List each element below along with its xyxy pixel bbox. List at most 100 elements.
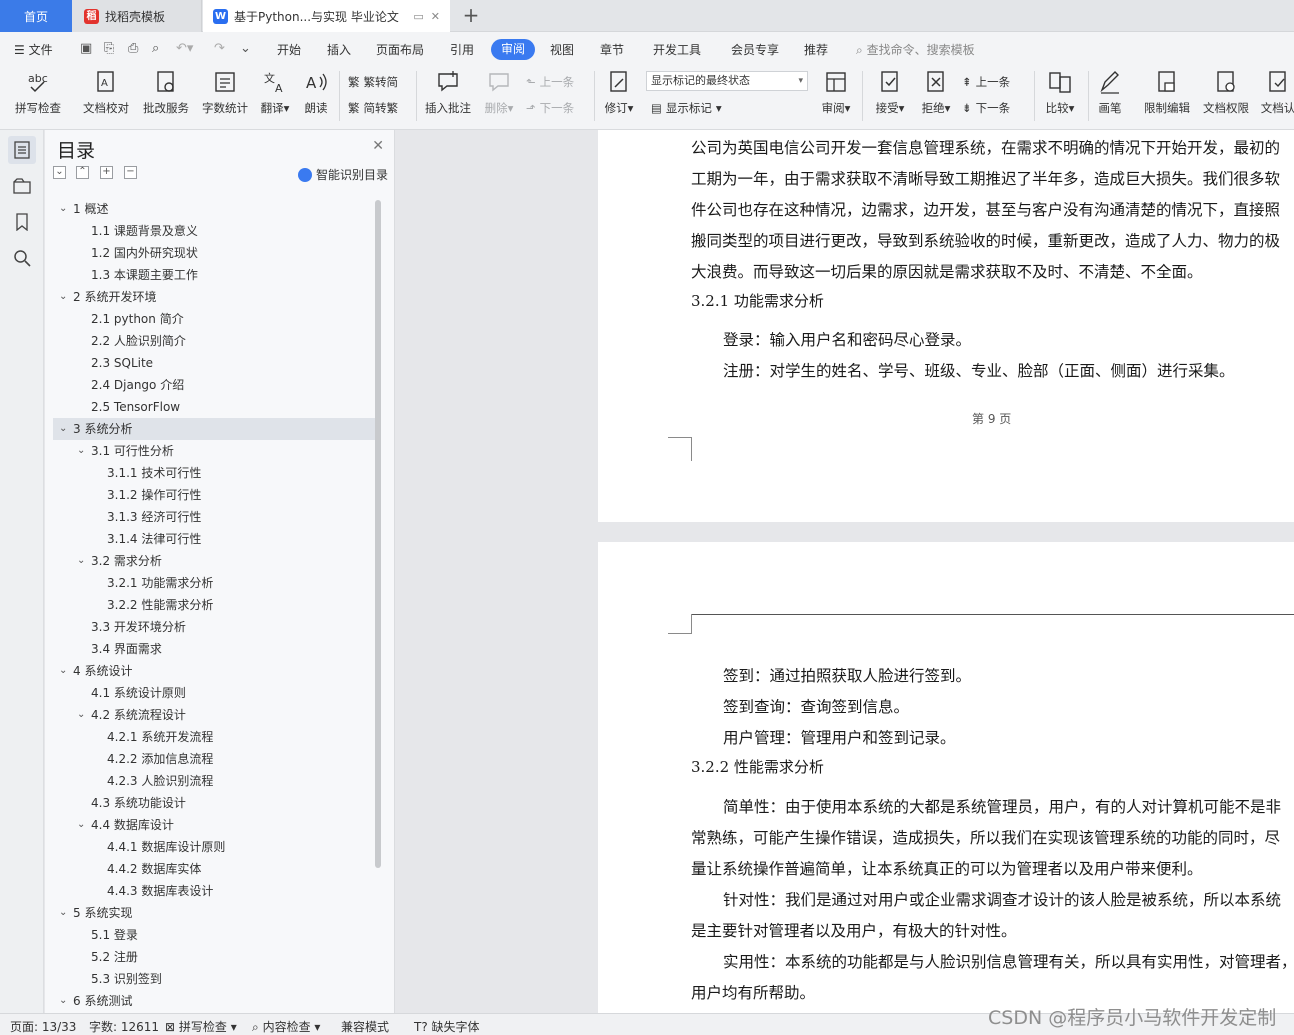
toc-item[interactable]: ⌄ 4.2 系统流程设计 xyxy=(53,704,375,726)
spell-check-status[interactable]: ⊠ 拼写检查 ▾ xyxy=(165,1018,237,1035)
track-changes-button[interactable]: 修订▾ xyxy=(600,69,638,125)
find-icon[interactable] xyxy=(8,244,36,272)
toc-item[interactable]: 5.3 识别签到 xyxy=(53,968,375,990)
toc-item[interactable]: 4.4.3 数据库表设计 xyxy=(53,880,375,902)
delete-comment-button[interactable]: 删除▾ xyxy=(480,69,518,125)
menu-recommend[interactable]: 推荐 xyxy=(804,41,828,58)
chevron-down-icon[interactable]: ⌄ xyxy=(59,660,67,682)
chevron-down-icon[interactable]: ⌄ xyxy=(59,990,67,1006)
toc-item[interactable]: 4.4.1 数据库设计原则 xyxy=(53,836,375,858)
toc-item[interactable]: 4.2.3 人脸识别流程 xyxy=(53,770,375,792)
redo-icon[interactable]: ↷ xyxy=(214,41,225,56)
new-tab-icon[interactable]: + xyxy=(460,4,482,26)
chevron-down-icon[interactable]: ⌄ xyxy=(59,198,67,220)
toc-item[interactable]: 2.2 人脸识别简介 xyxy=(53,330,375,352)
page-indicator[interactable]: 页面: 13/33 xyxy=(10,1018,76,1035)
review-pane-button[interactable]: 审阅▾ xyxy=(816,69,856,125)
doc-proofread-button[interactable]: A 文档校对 xyxy=(79,69,133,125)
menu-devtools[interactable]: 开发工具 xyxy=(653,41,701,58)
compare-button[interactable]: 比较▾ xyxy=(1040,69,1080,125)
markup-state-select[interactable]: 显示标记的最终状态 xyxy=(646,71,808,91)
translate-button[interactable]: 文A 翻译▾ xyxy=(256,69,294,125)
missing-font-status[interactable]: T? 缺失字体 xyxy=(414,1018,480,1035)
chevron-down-icon[interactable]: ⌄ xyxy=(77,550,85,572)
toc-item[interactable]: ⌄ 5 系统实现 xyxy=(53,902,375,924)
chevron-down-icon[interactable]: ⌄ xyxy=(59,902,67,924)
next-change-button[interactable]: ⇟ 下一条 xyxy=(962,100,1010,116)
insert-comment-button[interactable]: 插入批注 xyxy=(422,69,474,125)
chevron-down-icon[interactable]: ⌄ xyxy=(77,814,85,836)
toc-item[interactable]: ⌄ 3.2 需求分析 xyxy=(53,550,375,572)
toc-item[interactable]: ⌄ 2 系统开发环境 xyxy=(53,286,375,308)
menu-view[interactable]: 视图 xyxy=(550,41,574,58)
toc-nav-icon[interactable] xyxy=(8,136,36,164)
toc-item[interactable]: ⌄ 6 系统测试 xyxy=(53,990,375,1006)
export-pdf-icon[interactable]: ⎘ xyxy=(104,41,114,56)
toc-item[interactable]: 4.2.1 系统开发流程 xyxy=(53,726,375,748)
pen-button[interactable]: 画笔 xyxy=(1093,69,1127,125)
toc-item[interactable]: 4.4.2 数据库实体 xyxy=(53,858,375,880)
toc-item[interactable]: 3.4 界面需求 xyxy=(53,638,375,660)
menu-references[interactable]: 引用 xyxy=(450,41,474,58)
prev-comment-button[interactable]: ⬑ 上一条 xyxy=(526,74,574,90)
toc-item[interactable]: 5.2 注册 xyxy=(53,946,375,968)
toc-item[interactable]: 1.3 本课题主要工作 xyxy=(53,264,375,286)
toc-item[interactable]: 3.1.4 法律可行性 xyxy=(53,528,375,550)
close-icon[interactable]: ✕ xyxy=(372,138,384,154)
prev-change-button[interactable]: ⇞ 上一条 xyxy=(962,74,1010,90)
bookmark-icon[interactable] xyxy=(8,208,36,236)
accept-button[interactable]: 接受▾ xyxy=(870,69,910,125)
doc-auth-button[interactable]: 文档认 xyxy=(1258,69,1294,125)
toc-item[interactable]: 4.2.2 添加信息流程 xyxy=(53,748,375,770)
reject-button[interactable]: 拒绝▾ xyxy=(916,69,956,125)
print-preview-icon[interactable]: ⌕ xyxy=(152,41,159,56)
chevron-down-icon[interactable]: ⌄ xyxy=(77,440,85,462)
toc-item[interactable]: ⌄ 3.1 可行性分析 xyxy=(53,440,375,462)
menu-start[interactable]: 开始 xyxy=(277,41,301,58)
print-icon[interactable]: ⎙ xyxy=(128,41,138,56)
word-count[interactable]: 字数: 12611 xyxy=(89,1018,159,1035)
toc-item[interactable]: 2.5 TensorFlow xyxy=(53,396,375,418)
spell-check-button[interactable]: abc 拼写检查 xyxy=(10,69,66,125)
collapse-all-icon[interactable]: ⌄ xyxy=(53,166,66,179)
tab-home[interactable]: 首页 xyxy=(0,0,72,32)
toc-item[interactable]: 1.2 国内外研究现状 xyxy=(53,242,375,264)
toc-item[interactable]: 2.4 Django 介绍 xyxy=(53,374,375,396)
toc-item[interactable]: ⌄ 4.4 数据库设计 xyxy=(53,814,375,836)
add-heading-icon[interactable]: + xyxy=(100,166,113,179)
chapter-nav-icon[interactable] xyxy=(8,172,36,200)
chevron-down-icon[interactable]: ⌄ xyxy=(77,704,85,726)
toc-item[interactable]: 3.3 开发环境分析 xyxy=(53,616,375,638)
toc-item[interactable]: 3.1.3 经济可行性 xyxy=(53,506,375,528)
save-icon[interactable]: ▣ xyxy=(80,41,92,56)
toc-item[interactable]: 3.1.1 技术可行性 xyxy=(53,462,375,484)
quick-access-chevron-icon[interactable]: ⌄ xyxy=(240,41,251,56)
smart-toc-button[interactable]: 智能识别目录 xyxy=(297,166,388,183)
toc-item[interactable]: 2.3 SQLite xyxy=(53,352,375,374)
toc-item[interactable]: ⌄ 4 系统设计 xyxy=(53,660,375,682)
tab-close-icon[interactable]: ▭ ✕ xyxy=(413,10,440,23)
toc-item[interactable]: ⌄ 3 系统分析 xyxy=(53,418,375,440)
menu-member[interactable]: 会员专享 xyxy=(731,41,779,58)
toc-item[interactable]: 3.1.2 操作可行性 xyxy=(53,484,375,506)
remove-heading-icon[interactable]: − xyxy=(124,166,137,179)
file-menu[interactable]: ☰ 文件 xyxy=(14,41,53,58)
toc-item[interactable]: 3.2.1 功能需求分析 xyxy=(53,572,375,594)
show-markup-button[interactable]: ▤ 显示标记 ▾ xyxy=(651,100,722,116)
toc-item[interactable]: ⌄ 1 概述 xyxy=(53,198,375,220)
restrict-edit-button[interactable]: 限制编辑 xyxy=(1140,69,1194,125)
menu-insert[interactable]: 插入 xyxy=(327,41,351,58)
chevron-down-icon[interactable]: ⌄ xyxy=(59,418,67,440)
toc-item[interactable]: 3.2.2 性能需求分析 xyxy=(53,594,375,616)
next-comment-button[interactable]: ⬏ 下一条 xyxy=(526,100,574,116)
chevron-down-icon[interactable]: ⌄ xyxy=(59,286,67,308)
menu-layout[interactable]: 页面布局 xyxy=(376,41,424,58)
command-search[interactable]: ⌕ 查找命令、搜索模板 xyxy=(856,41,975,58)
toc-item[interactable]: 4.1 系统设计原则 xyxy=(53,682,375,704)
menu-review[interactable]: 审阅 xyxy=(491,39,535,60)
toc-scrollbar[interactable] xyxy=(375,200,381,868)
annotate-service-button[interactable]: 批改服务 xyxy=(139,69,193,125)
toc-item[interactable]: 2.1 python 简介 xyxy=(53,308,375,330)
doc-permission-button[interactable]: 文档权限 xyxy=(1199,69,1253,125)
trad-to-simp-button[interactable]: 繁繁转简 xyxy=(348,74,398,90)
